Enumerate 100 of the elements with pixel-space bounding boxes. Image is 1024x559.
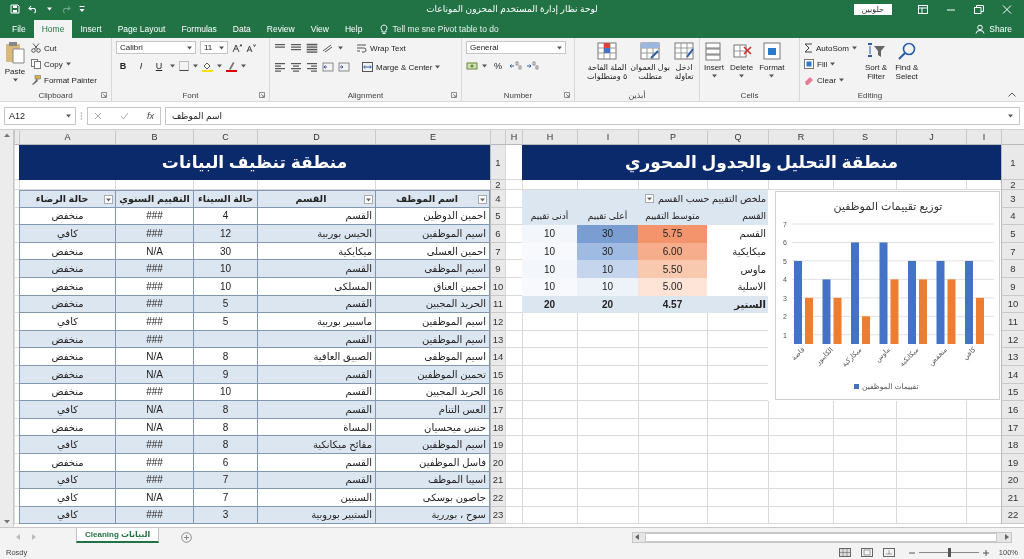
column-header[interactable]: I (966, 130, 1001, 145)
empty-cell[interactable] (768, 506, 833, 525)
fill-button[interactable]: Fill (804, 57, 857, 71)
empty-cell[interactable] (14, 295, 19, 314)
empty-cell[interactable] (577, 471, 638, 490)
align-right-icon[interactable] (306, 62, 318, 72)
empty-cell[interactable] (522, 436, 577, 454)
empty-cell[interactable] (505, 330, 522, 349)
autosum-button[interactable]: AutoSom (804, 41, 857, 55)
column-header[interactable]: R (768, 130, 833, 145)
empty-cell[interactable] (505, 190, 522, 208)
empty-cell[interactable] (577, 489, 638, 507)
empty-cell[interactable] (768, 401, 833, 419)
empty-cell[interactable] (707, 365, 768, 384)
empty-cell[interactable] (505, 207, 522, 226)
font-size-dropdown[interactable]: 11 (200, 41, 228, 54)
empty-cell[interactable] (896, 506, 966, 525)
font-color-icon[interactable] (226, 60, 237, 72)
empty-cell[interactable] (707, 471, 768, 490)
page-layout-icon[interactable] (860, 548, 873, 557)
row-header[interactable]: 1 (490, 145, 505, 180)
row-header[interactable]: 22 (490, 489, 505, 507)
empty-cell[interactable] (14, 180, 19, 190)
ribbon-tab[interactable]: Home (33, 20, 73, 38)
empty-cell[interactable] (896, 401, 966, 419)
column-header[interactable]: B (115, 130, 193, 145)
empty-cell[interactable] (505, 242, 522, 261)
empty-cell[interactable] (14, 225, 19, 243)
align-middle-icon[interactable] (290, 43, 302, 53)
empty-cell[interactable] (522, 401, 577, 419)
percent-button[interactable]: % (491, 59, 505, 73)
empty-cell[interactable] (577, 313, 638, 331)
clear-button[interactable]: Clear (804, 73, 857, 87)
empty-cell[interactable] (833, 453, 896, 472)
empty-cell[interactable] (638, 365, 707, 384)
column-header[interactable]: P (638, 130, 707, 145)
filter-button[interactable] (364, 195, 373, 204)
empty-cell[interactable] (577, 365, 638, 384)
redo-icon[interactable] (60, 4, 71, 14)
row-header[interactable]: 1 (1001, 145, 1024, 180)
ribbon-tab[interactable]: Help (336, 20, 371, 38)
empty-cell[interactable] (833, 418, 896, 437)
column-header[interactable]: E (375, 130, 490, 145)
lightbulb-icon[interactable] (380, 23, 389, 35)
empty-cell[interactable] (522, 471, 577, 490)
paste-button[interactable]: Paste (4, 41, 26, 89)
cell-styles-button[interactable]: ادخل تعاولة (673, 41, 695, 89)
copy-button[interactable]: Copy (31, 57, 97, 71)
slider-thumb[interactable] (947, 548, 951, 557)
empty-cell[interactable] (638, 418, 707, 437)
empty-cell[interactable] (896, 180, 966, 190)
empty-cell[interactable] (707, 418, 768, 437)
empty-cell[interactable] (522, 383, 577, 402)
filter-button[interactable] (104, 195, 113, 204)
row-header[interactable]: 13 (1001, 348, 1024, 366)
empty-cell[interactable] (638, 506, 707, 525)
empty-cell[interactable] (768, 180, 833, 190)
empty-cell[interactable] (638, 348, 707, 366)
undo-icon[interactable] (28, 4, 39, 14)
collapse-ribbon-icon[interactable] (1008, 92, 1016, 97)
empty-cell[interactable] (522, 313, 577, 331)
tell-me-search[interactable]: Tell me sne Pivot table to do (392, 24, 499, 34)
empty-cell[interactable] (14, 489, 19, 507)
empty-cell[interactable] (707, 313, 768, 331)
empty-cell[interactable] (505, 506, 522, 525)
insert-function-button[interactable]: fx (146, 110, 154, 121)
find-select-button[interactable]: Find & Select (895, 41, 919, 89)
column-header[interactable]: J (896, 130, 966, 145)
row-header[interactable]: 14 (490, 348, 505, 366)
empty-cell[interactable] (896, 418, 966, 437)
format-painter-button[interactable]: Format Painter (31, 73, 97, 87)
empty-cell[interactable] (638, 383, 707, 402)
empty-cell[interactable] (638, 330, 707, 349)
empty-cell[interactable] (768, 418, 833, 437)
close-icon[interactable] (1002, 4, 1012, 14)
font-name-dropdown[interactable]: Calibri (116, 41, 196, 54)
empty-cell[interactable] (707, 401, 768, 419)
zoom-in-icon[interactable] (982, 549, 989, 556)
previous-sheet-icon[interactable] (16, 534, 20, 540)
empty-cell[interactable] (522, 506, 577, 525)
empty-cell[interactable] (505, 348, 522, 366)
dialog-launcher-icon[interactable] (259, 92, 265, 98)
empty-cell[interactable] (505, 453, 522, 472)
empty-cell[interactable] (577, 383, 638, 402)
select-all-corner[interactable] (1001, 130, 1024, 145)
empty-cell[interactable] (707, 453, 768, 472)
scroll-up-icon[interactable] (3, 133, 10, 137)
empty-cell[interactable] (768, 471, 833, 490)
ribbon-tab[interactable]: Page Layout (109, 20, 174, 38)
row-header[interactable]: 18 (1001, 436, 1024, 454)
empty-cell[interactable] (833, 471, 896, 490)
empty-cell[interactable] (522, 365, 577, 384)
empty-cell[interactable] (14, 190, 19, 208)
decrease-decimal-icon[interactable] (526, 61, 539, 71)
delete-button[interactable]: Delete (730, 41, 754, 89)
empty-cell[interactable] (14, 383, 19, 402)
empty-cell[interactable] (707, 489, 768, 507)
decrease-indent-icon[interactable] (322, 62, 334, 72)
empty-cell[interactable] (505, 489, 522, 507)
dialog-launcher-icon[interactable] (101, 92, 107, 98)
